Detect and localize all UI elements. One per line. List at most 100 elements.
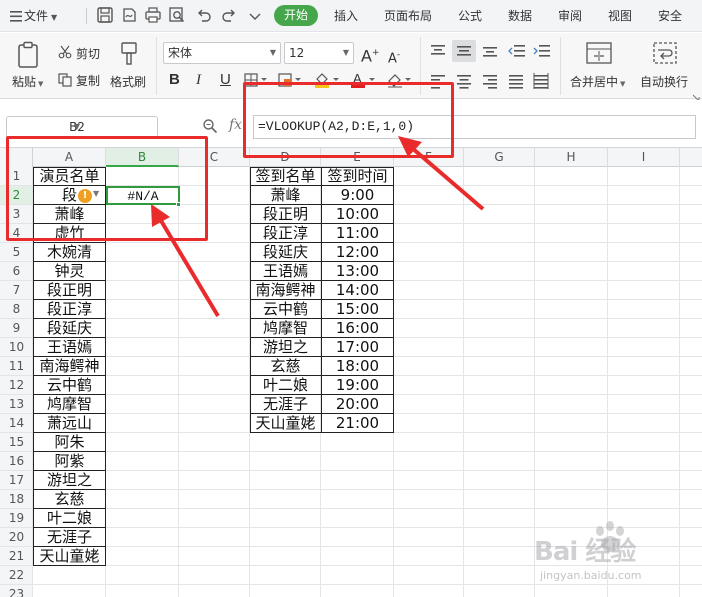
actor-name-cell[interactable]: 萧远山	[33, 414, 106, 433]
sign-in-name-cell[interactable]: 无涯子	[250, 395, 321, 414]
paste-button[interactable]: 粘贴 ▼	[12, 73, 43, 90]
sign-in-time-header-cell[interactable]: 签到时间	[321, 167, 394, 186]
formula-input[interactable]: =VLOOKUP(A2,D:E,1,0)	[253, 115, 696, 139]
bold-button[interactable]: B	[169, 71, 180, 89]
row-header-14[interactable]: 14	[0, 414, 33, 433]
actor-name-cell[interactable]: 无涯子	[33, 528, 106, 547]
actor-name-cell[interactable]: 阿朱	[33, 433, 106, 452]
actor-name-cell[interactable]: 游坦之	[33, 471, 106, 490]
actor-name-cell[interactable]: 木婉清	[33, 243, 106, 262]
redo-icon[interactable]	[220, 6, 238, 24]
row-header-12[interactable]: 12	[0, 376, 33, 395]
row-header-22[interactable]: 22	[0, 566, 33, 585]
tab-security[interactable]: 安全	[658, 7, 682, 24]
format-painter-button[interactable]: 格式刷	[110, 73, 146, 90]
actor-name-cell[interactable]: 天山童姥	[33, 547, 106, 566]
actor-name-cell[interactable]: 玄慈	[33, 490, 106, 509]
sign-in-name-cell[interactable]: 萧峰	[250, 186, 321, 205]
row-header-6[interactable]: 6	[0, 262, 33, 281]
column-header-h[interactable]: H	[535, 148, 608, 167]
row-header-3[interactable]: 3	[0, 205, 33, 224]
sign-in-time-cell[interactable]: 9:00	[321, 186, 394, 205]
row-header-20[interactable]: 20	[0, 528, 33, 547]
row-header-13[interactable]: 13	[0, 395, 33, 414]
fill-handle[interactable]	[176, 202, 181, 207]
row-header-11[interactable]: 11	[0, 357, 33, 376]
align-middle-icon[interactable]	[452, 40, 476, 62]
file-menu[interactable]: 文件 ▼	[10, 7, 57, 25]
merge-center-button[interactable]: 合并居中 ▼	[570, 73, 625, 90]
actor-name-cell[interactable]: 云中鹤	[33, 376, 106, 395]
sign-in-name-cell[interactable]: 段延庆	[250, 243, 321, 262]
wrap-text-button[interactable]: 自动换行	[640, 73, 688, 90]
font-name-select[interactable]: 宋体 ▼	[163, 42, 281, 64]
increase-font-size-icon[interactable]: A+	[361, 44, 380, 65]
row-header-9[interactable]: 9	[0, 319, 33, 338]
tab-view[interactable]: 视图	[608, 7, 632, 24]
row-header-8[interactable]: 8	[0, 300, 33, 319]
sign-in-time-cell[interactable]: 20:00	[321, 395, 394, 414]
wrap-text-icon[interactable]	[652, 41, 678, 68]
fill-color-icon[interactable]	[314, 71, 340, 92]
actor-name-cell[interactable]: 钟灵	[33, 262, 106, 281]
sign-in-time-cell[interactable]: 16:00	[321, 319, 394, 338]
align-left-icon[interactable]	[430, 73, 446, 92]
actor-name-cell[interactable]: 萧峰	[33, 205, 106, 224]
print-preview-icon[interactable]	[168, 6, 186, 24]
sign-in-time-cell[interactable]: 15:00	[321, 300, 394, 319]
undo-icon[interactable]	[195, 6, 213, 24]
column-header-b[interactable]: B	[106, 148, 179, 167]
sign-in-time-cell[interactable]: 17:00	[321, 338, 394, 357]
column-a-header-cell[interactable]: 演员名单	[33, 167, 106, 186]
actor-name-cell[interactable]: 段	[33, 186, 77, 205]
increase-indent-icon[interactable]	[533, 43, 551, 62]
align-top-icon[interactable]	[430, 43, 446, 62]
column-header-i[interactable]: I	[608, 148, 680, 167]
save-icon[interactable]	[96, 6, 114, 24]
actor-name-cell[interactable]: 王语嫣	[33, 338, 106, 357]
row-header-19[interactable]: 19	[0, 509, 33, 528]
tab-data[interactable]: 数据	[508, 7, 532, 24]
column-header-c[interactable]: C	[179, 148, 250, 167]
row-header-21[interactable]: 21	[0, 547, 33, 566]
actor-name-cell[interactable]: 段正淳	[33, 300, 106, 319]
scissors-icon[interactable]	[58, 45, 72, 62]
decrease-font-size-icon[interactable]: A-	[388, 46, 400, 68]
zoom-icon[interactable]	[202, 118, 218, 137]
sign-in-time-cell[interactable]: 18:00	[321, 357, 394, 376]
tab-review[interactable]: 审阅	[558, 7, 582, 24]
select-all-corner[interactable]	[0, 148, 33, 167]
sign-in-list-header-cell[interactable]: 签到名单	[250, 167, 321, 186]
error-options-dropdown-icon[interactable]: ▼	[93, 189, 99, 198]
actor-name-cell[interactable]: 虚竹	[33, 224, 106, 243]
tab-formulas[interactable]: 公式	[458, 7, 482, 24]
sign-in-time-cell[interactable]: 21:00	[321, 414, 394, 433]
row-header-1[interactable]: 1	[0, 167, 33, 186]
column-header-e[interactable]: E	[321, 148, 394, 167]
column-header-f[interactable]: F	[394, 148, 464, 167]
column-header-g[interactable]: G	[464, 148, 535, 167]
active-cell-b2[interactable]: #N/A	[106, 186, 180, 205]
row-header-7[interactable]: 7	[0, 281, 33, 300]
sign-in-time-cell[interactable]: 19:00	[321, 376, 394, 395]
row-header-10[interactable]: 10	[0, 338, 33, 357]
sign-in-time-cell[interactable]: 11:00	[321, 224, 394, 243]
merge-center-icon[interactable]	[586, 41, 612, 68]
actor-name-cell[interactable]: 鸠摩智	[33, 395, 106, 414]
actor-name-cell[interactable]: 段延庆	[33, 319, 106, 338]
actor-name-cell[interactable]: 南海鳄神	[33, 357, 106, 376]
row-header-2[interactable]: 2	[0, 186, 33, 205]
customize-toolbar-icon[interactable]	[246, 8, 264, 26]
align-right-icon[interactable]	[482, 73, 498, 92]
row-header-15[interactable]: 15	[0, 433, 33, 452]
row-header-5[interactable]: 5	[0, 243, 33, 262]
tab-insert[interactable]: 插入	[334, 7, 358, 24]
name-box[interactable]: B2 ▼	[6, 116, 158, 138]
export-pdf-icon[interactable]	[120, 6, 138, 24]
copy-button[interactable]: 复制	[76, 72, 100, 89]
sign-in-name-cell[interactable]: 鸠摩智	[250, 319, 321, 338]
sign-in-name-cell[interactable]: 段正淳	[250, 224, 321, 243]
distributed-align-icon[interactable]	[533, 73, 549, 92]
paste-icon[interactable]	[16, 41, 40, 72]
tab-home[interactable]: 开始	[274, 5, 318, 26]
